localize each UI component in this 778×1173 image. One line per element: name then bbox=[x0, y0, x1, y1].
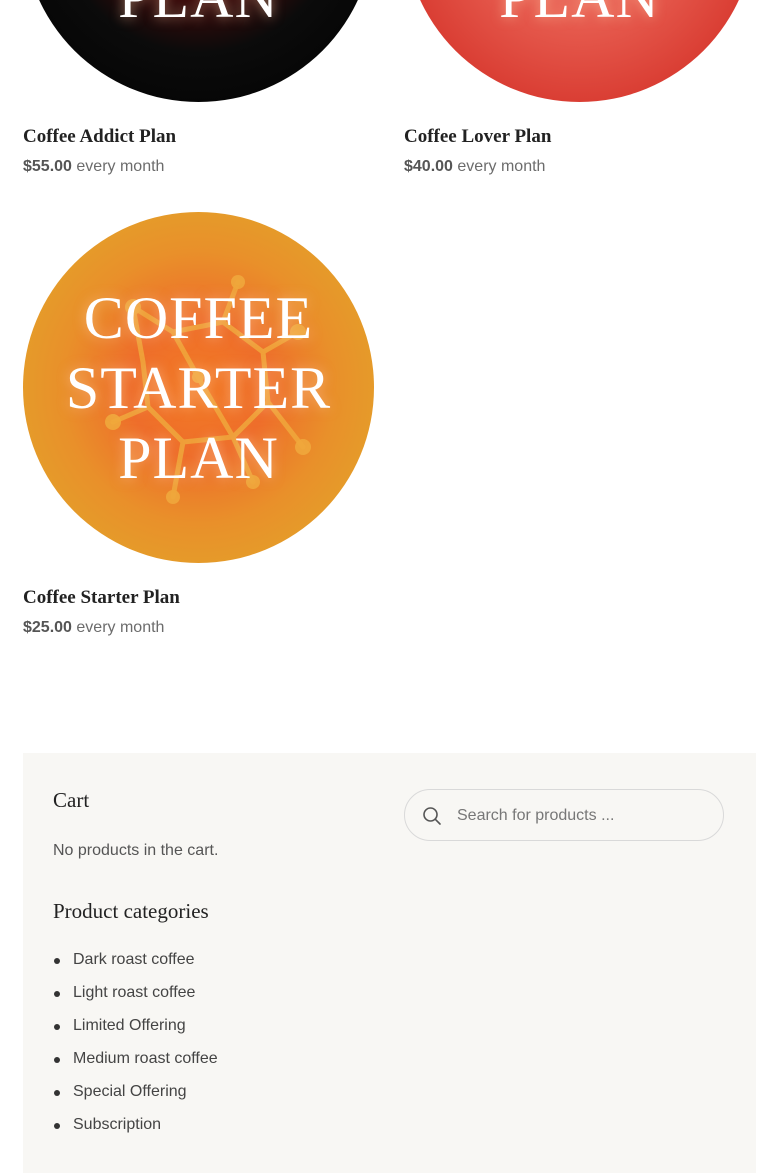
category-list: Dark roast coffee Light roast coffee Lim… bbox=[53, 951, 218, 1149]
category-light-roast[interactable]: Light roast coffee bbox=[53, 984, 218, 1017]
product-image-coffee-addict[interactable]: COFFEE ADDICT PLAN bbox=[23, 0, 374, 102]
category-medium-roast[interactable]: Medium roast coffee bbox=[53, 1050, 218, 1083]
product-price: $40.00 every month bbox=[404, 158, 545, 176]
product-image-text: COFFEE STARTER PLAN bbox=[65, 284, 332, 491]
search-input[interactable] bbox=[455, 800, 714, 832]
product-image-text: COFFEE LOVER PLAN bbox=[465, 0, 694, 32]
sidebar-widgets: Cart No products in the cart. Product ca… bbox=[23, 753, 756, 1173]
product-image-coffee-lover[interactable]: COFFEE LOVER PLAN bbox=[404, 0, 755, 102]
category-special-offering[interactable]: Special Offering bbox=[53, 1083, 218, 1116]
product-image-coffee-starter[interactable]: COFFEE STARTER PLAN bbox=[23, 212, 374, 563]
cart-empty-message: No products in the cart. bbox=[53, 842, 219, 859]
product-title[interactable]: Coffee Starter Plan bbox=[23, 587, 180, 609]
product-search bbox=[404, 789, 724, 841]
cart-title: Cart bbox=[53, 788, 90, 812]
price-period: every month bbox=[457, 158, 546, 175]
price-period: every month bbox=[76, 158, 165, 175]
price-amount: $40.00 bbox=[404, 158, 453, 175]
product-price: $55.00 every month bbox=[23, 158, 164, 176]
category-limited-offering[interactable]: Limited Offering bbox=[53, 1017, 218, 1050]
category-subscription[interactable]: Subscription bbox=[53, 1116, 218, 1149]
price-amount: $25.00 bbox=[23, 619, 72, 636]
price-amount: $55.00 bbox=[23, 158, 72, 175]
price-period: every month bbox=[76, 619, 165, 636]
product-price: $25.00 every month bbox=[23, 619, 164, 637]
category-dark-roast[interactable]: Dark roast coffee bbox=[53, 951, 218, 984]
search-icon[interactable] bbox=[421, 805, 443, 827]
product-title[interactable]: Coffee Lover Plan bbox=[404, 126, 551, 148]
categories-title: Product categories bbox=[53, 899, 209, 923]
product-title[interactable]: Coffee Addict Plan bbox=[23, 126, 176, 148]
product-image-text: COFFEE ADDICT PLAN bbox=[82, 0, 315, 32]
